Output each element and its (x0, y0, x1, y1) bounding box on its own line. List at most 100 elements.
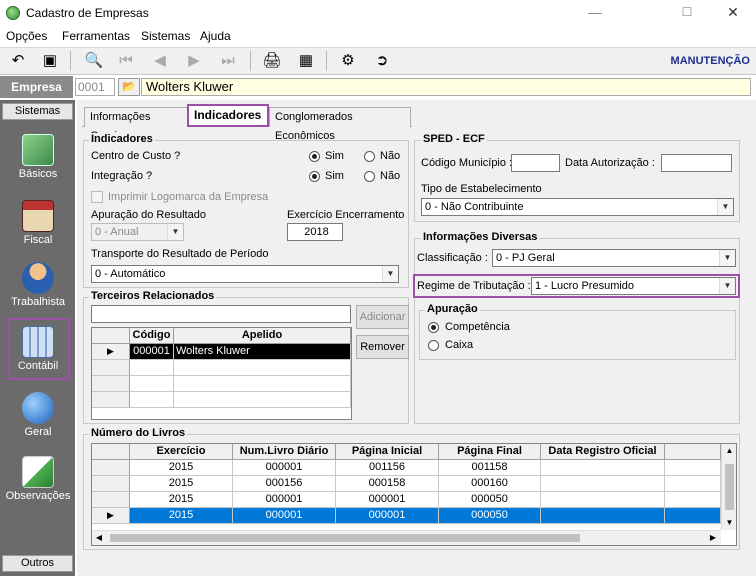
livros-grid[interactable]: Exercício Num.Livro Diário Página Inicia… (91, 443, 737, 546)
minimize-button[interactable]: — (572, 0, 618, 26)
report-icon[interactable]: ▦ (294, 50, 318, 72)
table-cell[interactable]: 2015 (130, 508, 233, 524)
table-cell[interactable] (130, 376, 174, 392)
sidebar-item-contabil[interactable]: Contábil (3, 322, 73, 382)
table-cell[interactable]: 001158 (439, 460, 541, 476)
table-cell[interactable] (130, 392, 174, 408)
table-cell[interactable]: 000156 (233, 476, 336, 492)
scroll-down-icon[interactable]: ▼ (722, 516, 736, 530)
preview-icon[interactable]: 🔍 (82, 50, 106, 72)
sidebar-item-trabalhista[interactable]: Trabalhista (3, 258, 73, 318)
caixa-radio[interactable] (428, 340, 439, 351)
table-cell[interactable] (174, 376, 351, 392)
company-name-field[interactable]: Wolters Kluwer (141, 78, 751, 96)
table-cell[interactable] (130, 360, 174, 376)
apuracao-resultado-select[interactable]: 0 - Anual ▼ (91, 223, 184, 241)
integracao-sim-radio[interactable] (309, 171, 320, 182)
integracao-nao-radio[interactable] (364, 171, 375, 182)
sidebar-item-fiscal[interactable]: Fiscal (3, 196, 73, 256)
table-cell[interactable] (665, 492, 721, 508)
column-header-apelido[interactable]: Apelido (174, 328, 351, 344)
tab-informacoes-gerais[interactable]: Informações Gerais (84, 107, 188, 142)
table-cell[interactable] (665, 460, 721, 476)
sidebar-header-outros[interactable]: Outros (2, 555, 73, 572)
table-cell[interactable]: 000001 (233, 492, 336, 508)
adicionar-button[interactable]: Adicionar (356, 305, 409, 329)
save-icon[interactable]: ▣ (38, 50, 62, 72)
print-icon[interactable]: 🖨 (260, 50, 284, 72)
table-cell[interactable]: 2015 (130, 460, 233, 476)
exit-icon[interactable]: ➲ (370, 50, 394, 72)
chevron-down-icon[interactable]: ▼ (717, 199, 733, 215)
horizontal-scrollbar[interactable]: ◀ ▶ (92, 530, 721, 545)
chevron-down-icon[interactable]: ▼ (167, 224, 183, 240)
column-header-exercicio[interactable]: Exercício (130, 444, 233, 460)
sidebar-item-basicos[interactable]: Básicos (3, 130, 73, 190)
chevron-down-icon[interactable]: ▼ (382, 266, 398, 282)
table-cell[interactable]: 000001 (233, 508, 336, 524)
scroll-left-icon[interactable]: ◀ (92, 531, 106, 545)
table-cell[interactable]: 000158 (336, 476, 439, 492)
scroll-right-icon[interactable]: ▶ (706, 531, 720, 545)
company-code-field[interactable]: 0001 (75, 78, 115, 96)
data-autorizacao-field[interactable] (661, 154, 732, 172)
table-cell[interactable]: 000001 (130, 344, 174, 360)
table-cell[interactable] (541, 476, 665, 492)
table-cell[interactable]: 2015 (130, 476, 233, 492)
vertical-scrollbar[interactable]: ▲ ▼ (721, 444, 736, 530)
terceiros-search-input[interactable] (91, 305, 351, 323)
terceiros-grid[interactable]: Código Apelido ▶ 000001 Wolters Kluwer (91, 327, 352, 420)
close-button[interactable]: ✕ (710, 0, 756, 26)
centro-custo-sim-radio[interactable] (309, 151, 320, 162)
table-cell[interactable] (174, 392, 351, 408)
tipo-estabelecimento-select[interactable]: 0 - Não Contribuinte ▼ (421, 198, 734, 216)
table-cell[interactable] (665, 476, 721, 492)
column-header-num-livro[interactable]: Num.Livro Diário (233, 444, 336, 460)
previous-record-icon[interactable]: ◀ (148, 50, 172, 72)
next-record-icon[interactable]: ▶ (182, 50, 206, 72)
table-cell[interactable]: 2015 (130, 492, 233, 508)
table-cell[interactable] (541, 508, 665, 524)
undo-icon[interactable]: ↶ (6, 50, 30, 72)
table-cell[interactable]: Wolters Kluwer (174, 344, 351, 360)
scroll-up-icon[interactable]: ▲ (722, 444, 736, 458)
first-record-icon[interactable]: ⏮ (114, 50, 138, 72)
table-cell[interactable]: 000001 (336, 492, 439, 508)
chevron-down-icon[interactable]: ▼ (719, 278, 735, 294)
codigo-municipio-field[interactable] (511, 154, 560, 172)
tab-indicadores[interactable]: Indicadores (187, 104, 269, 127)
competencia-radio[interactable] (428, 322, 439, 333)
open-folder-icon[interactable]: 📂 (118, 78, 140, 96)
table-cell[interactable]: 000001 (336, 508, 439, 524)
table-cell[interactable]: 000001 (233, 460, 336, 476)
table-cell[interactable] (174, 360, 351, 376)
table-cell[interactable]: 000050 (439, 508, 541, 524)
table-cell[interactable]: 000050 (439, 492, 541, 508)
scroll-thumb[interactable] (725, 464, 734, 510)
regime-tributacao-select[interactable]: 1 - Lucro Presumido ▼ (531, 277, 736, 295)
classificacao-select[interactable]: 0 - PJ Geral ▼ (492, 249, 736, 267)
table-cell[interactable] (541, 492, 665, 508)
table-cell[interactable] (541, 460, 665, 476)
tab-conglomerados[interactable]: Conglomerados Econômicos (269, 107, 411, 142)
imprimir-logomarca-checkbox[interactable] (91, 191, 103, 203)
remover-button[interactable]: Remover (356, 335, 409, 359)
exercicio-encerramento-field[interactable]: 2018 (287, 223, 343, 241)
chevron-down-icon[interactable]: ▼ (719, 250, 735, 266)
transporte-select[interactable]: 0 - Automático ▼ (91, 265, 399, 283)
tools-icon[interactable]: ⚙ (336, 50, 360, 72)
table-cell[interactable] (665, 508, 721, 524)
last-record-icon[interactable]: ⏭ (216, 50, 240, 72)
table-cell[interactable]: 001156 (336, 460, 439, 476)
menu-ferramentas[interactable]: Ferramentas (62, 29, 130, 43)
sidebar-item-geral[interactable]: Geral (3, 388, 73, 448)
maximize-button[interactable]: ☐ (664, 0, 710, 26)
menu-ajuda[interactable]: Ajuda (200, 29, 231, 43)
sidebar-header-sistemas[interactable]: Sistemas (2, 103, 73, 120)
menu-sistemas[interactable]: Sistemas (141, 29, 190, 43)
scroll-thumb[interactable] (110, 534, 580, 542)
centro-custo-nao-radio[interactable] (364, 151, 375, 162)
sidebar-item-observacoes[interactable]: Observações (3, 452, 73, 512)
table-cell[interactable]: 000160 (439, 476, 541, 492)
column-header-pagina-inicial[interactable]: Página Inicial (336, 444, 439, 460)
